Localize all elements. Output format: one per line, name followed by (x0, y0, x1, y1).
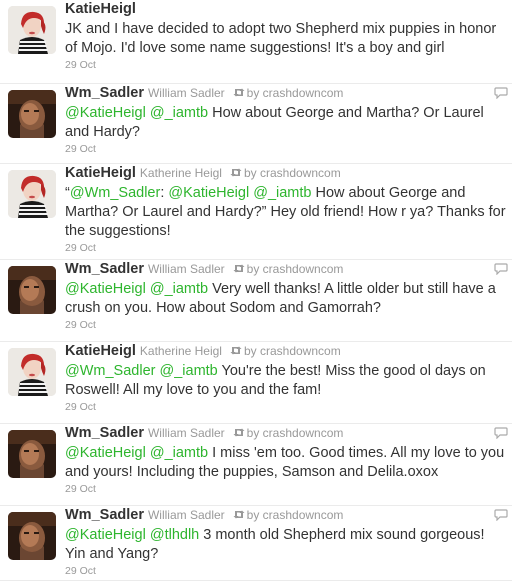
avatar-sadler-image (8, 430, 56, 478)
avatar-sadler-image (8, 512, 56, 560)
retweet-icon (233, 506, 245, 524)
screen-name[interactable]: Wm_Sadler (65, 85, 144, 101)
screen-name[interactable]: Wm_Sadler (65, 425, 144, 441)
tweet-header: KatieHeigl (65, 0, 506, 18)
retweet-icon (233, 424, 245, 442)
mention-link[interactable]: @_iamtb (150, 281, 208, 297)
tweet-text: @KatieHeigl @_iamtb How about George and… (65, 104, 506, 142)
avatar[interactable] (8, 266, 56, 314)
tweet-header: KatieHeigl Katherine Heigl by crashdowncom (65, 164, 506, 182)
retweet-icon (230, 342, 242, 360)
retweeted-by[interactable]: by crashdowncom (247, 508, 344, 522)
mention-link[interactable]: @Wm_Sadler (70, 185, 160, 201)
avatar-sadler-image (8, 90, 56, 138)
retweeted-by[interactable]: by crashdowncom (247, 426, 344, 440)
avatar-katie-image (8, 170, 56, 218)
full-name[interactable]: William Sadler (148, 86, 225, 100)
full-name[interactable]: Katherine Heigl (140, 344, 222, 358)
tweet-date[interactable]: 29 Oct (65, 565, 506, 578)
tweet-content: KatieHeigl JK and I have decided to adopt… (65, 0, 506, 72)
mention-link[interactable]: @_iamtb (160, 363, 218, 379)
screen-name[interactable]: KatieHeigl (65, 165, 136, 181)
tweet-date[interactable]: 29 Oct (65, 59, 506, 72)
mention-link[interactable]: @KatieHeigl (65, 445, 146, 461)
mention-link[interactable]: @tlhdlh (150, 527, 199, 543)
retweeted-by[interactable]: by crashdowncom (247, 86, 344, 100)
screen-name[interactable]: KatieHeigl (65, 343, 136, 359)
mention-link[interactable]: @_iamtb (150, 445, 208, 461)
tweet[interactable]: Wm_Sadler William Sadler by crashdowncom @K… (0, 424, 512, 506)
mention-link[interactable]: @_iamtb (150, 105, 208, 121)
tweet-date[interactable]: 29 Oct (65, 483, 506, 496)
tweet[interactable]: KatieHeigl Katherine Heigl by crashdowncom… (0, 342, 512, 424)
avatar[interactable] (8, 6, 56, 54)
tweet-header: Wm_Sadler William Sadler by crashdowncom (65, 506, 506, 524)
full-name[interactable]: William Sadler (148, 426, 225, 440)
tweet-content: KatieHeigl Katherine Heigl by crashdowncom… (65, 164, 506, 255)
tweet-date[interactable]: 29 Oct (65, 143, 506, 156)
avatar[interactable] (8, 348, 56, 396)
mention-link[interactable]: @_iamtb (253, 185, 311, 201)
screen-name[interactable]: Wm_Sadler (65, 507, 144, 523)
retweet-icon (233, 260, 245, 278)
screen-name[interactable]: KatieHeigl (65, 1, 136, 17)
mention-link[interactable]: @Wm_Sadler (65, 363, 155, 379)
tweet-content: Wm_Sadler William Sadler by crashdowncom @K… (65, 260, 506, 332)
full-name[interactable]: Katherine Heigl (140, 166, 222, 180)
tweet-text: JK and I have decided to adopt two Sheph… (65, 20, 506, 58)
tweet[interactable]: Wm_Sadler William Sadler by crashdowncom @K… (0, 260, 512, 342)
tweet[interactable]: KatieHeigl Katherine Heigl by crashdowncom… (0, 164, 512, 260)
mention-link[interactable]: @KatieHeigl (65, 281, 146, 297)
mention-link[interactable]: @KatieHeigl (65, 527, 146, 543)
full-name[interactable]: William Sadler (148, 262, 225, 276)
retweeted-by[interactable]: by crashdowncom (244, 166, 341, 180)
tweet-date[interactable]: 29 Oct (65, 242, 506, 255)
avatar-sadler-image (8, 266, 56, 314)
avatar[interactable] (8, 512, 56, 560)
avatar[interactable] (8, 430, 56, 478)
tweet-text: “@Wm_Sadler: @KatieHeigl @_iamtb How abo… (65, 184, 506, 241)
tweet-header: Wm_Sadler William Sadler by crashdowncom (65, 260, 506, 278)
retweeted-by[interactable]: by crashdowncom (247, 262, 344, 276)
tweet-text: @KatieHeigl @_iamtb I miss 'em too. Good… (65, 444, 506, 482)
avatar[interactable] (8, 90, 56, 138)
tweet-text: @KatieHeigl @_iamtb Very well thanks! A … (65, 280, 506, 318)
tweet-header: Wm_Sadler William Sadler by crashdowncom (65, 84, 506, 102)
tweet-date[interactable]: 29 Oct (65, 319, 506, 332)
tweet[interactable]: Wm_Sadler William Sadler by crashdowncom @K… (0, 506, 512, 581)
tweet-content: KatieHeigl Katherine Heigl by crashdowncom… (65, 342, 506, 414)
tweet[interactable]: KatieHeigl JK and I have decided to adopt… (0, 0, 512, 84)
tweet-text: @Wm_Sadler @_iamtb You're the best! Miss… (65, 362, 506, 400)
tweet-header: Wm_Sadler William Sadler by crashdowncom (65, 424, 506, 442)
tweet-date[interactable]: 29 Oct (65, 401, 506, 414)
retweet-icon (233, 84, 245, 102)
mention-link[interactable]: @KatieHeigl (168, 185, 249, 201)
tweet-text-segment: JK and I have decided to adopt two Sheph… (65, 21, 497, 56)
tweet-text: @KatieHeigl @tlhdlh 3 month old Shepherd… (65, 526, 506, 564)
tweet-content: Wm_Sadler William Sadler by crashdowncom @K… (65, 506, 506, 578)
tweet-content: Wm_Sadler William Sadler by crashdowncom @K… (65, 84, 506, 156)
full-name[interactable]: William Sadler (148, 508, 225, 522)
tweet-content: Wm_Sadler William Sadler by crashdowncom @K… (65, 424, 506, 496)
avatar[interactable] (8, 170, 56, 218)
retweet-icon (230, 164, 242, 182)
tweet-header: KatieHeigl Katherine Heigl by crashdowncom (65, 342, 506, 360)
avatar-katie-image (8, 6, 56, 54)
screen-name[interactable]: Wm_Sadler (65, 261, 144, 277)
retweeted-by[interactable]: by crashdowncom (244, 344, 341, 358)
avatar-katie-image (8, 348, 56, 396)
tweet[interactable]: Wm_Sadler William Sadler by crashdowncom @K… (0, 84, 512, 164)
mention-link[interactable]: @KatieHeigl (65, 105, 146, 121)
